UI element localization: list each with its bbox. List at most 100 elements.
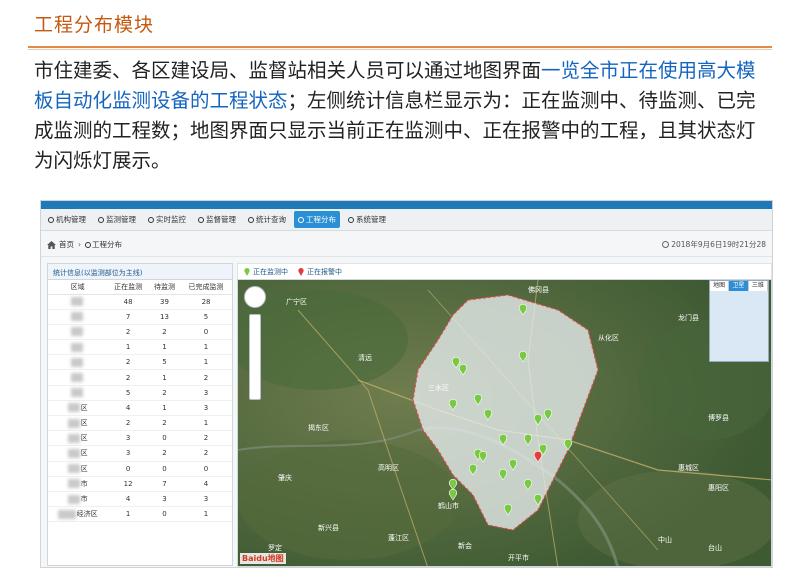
nav-item-label: 系统管理 <box>356 215 386 224</box>
table-row[interactable]: 251 <box>48 354 232 371</box>
legend-monitoring: 正在监测中 <box>244 267 288 277</box>
breadcrumb-home[interactable]: 首页 <box>59 239 74 250</box>
monitoring-count: 1 <box>107 339 149 356</box>
nav-item-6[interactable]: 系统管理 <box>344 211 390 228</box>
completed-count: 1 <box>180 506 232 523</box>
completed-count: 28 <box>180 294 232 310</box>
nav-item-2[interactable]: 实时监控 <box>144 211 190 228</box>
col-header-monitoring: 正在监测 <box>107 280 149 295</box>
map-type-tab[interactable]: 三维 <box>748 281 768 291</box>
completed-count: 1 <box>180 339 232 356</box>
home-icon[interactable] <box>47 240 56 249</box>
redacted-region <box>67 494 80 504</box>
map-place-label: 蓬江区 <box>388 533 409 542</box>
region-suffix: 区 <box>80 449 88 458</box>
nav-item-0[interactable]: 机构管理 <box>44 211 90 228</box>
breadcrumb-separator: › <box>78 240 81 249</box>
map-zoom-slider[interactable] <box>249 314 261 400</box>
completed-count: 0 <box>180 324 232 341</box>
table-row[interactable]: 48 39 28 <box>48 294 232 310</box>
nav-item-4[interactable]: 统计查询 <box>244 211 290 228</box>
redacted-region <box>57 509 76 519</box>
app-screenshot: 机构管理 监测管理 实时监控 监督管理 统计查询 工程分布 系统管理 首页 › 工程分布 2… <box>40 200 773 568</box>
breadcrumb-current: 工程分布 <box>92 240 122 249</box>
map-place-label: 惠城区 <box>678 463 699 472</box>
nav-item-3[interactable]: 监督管理 <box>194 211 240 228</box>
pending-count: 13 <box>148 309 181 325</box>
monitoring-count: 3 <box>107 445 149 462</box>
table-row[interactable]: 区 413 <box>48 400 232 417</box>
green-pin-icon <box>244 267 250 276</box>
pending-count: 2 <box>148 385 181 401</box>
region-cell <box>48 339 108 356</box>
pending-count: 1 <box>148 339 181 356</box>
completed-count: 0 <box>180 461 232 477</box>
monitoring-count: 4 <box>107 491 149 508</box>
map-pan-control[interactable] <box>244 286 266 308</box>
completed-count: 2 <box>180 430 232 447</box>
map-type-tab[interactable]: 卫星 <box>729 281 749 291</box>
region-suffix: 区 <box>80 434 88 443</box>
redacted-region <box>71 297 84 307</box>
map-place-label: 从化区 <box>598 333 619 342</box>
table-row[interactable]: 市433 <box>48 491 232 508</box>
table-row[interactable]: 区221 <box>48 415 232 432</box>
circle-icon <box>348 216 354 223</box>
table-row[interactable]: 220 <box>48 324 232 341</box>
map-place-label: 龙门县 <box>678 313 699 322</box>
map-place-label: 惠阳区 <box>708 483 729 492</box>
monitoring-count: 1 <box>107 506 149 523</box>
redacted-region <box>67 448 80 458</box>
table-row[interactable]: 区000 <box>48 461 232 477</box>
table-row[interactable]: 111 <box>48 339 232 356</box>
pending-count: 2 <box>148 415 181 432</box>
nav-item-label: 实时监控 <box>156 215 186 224</box>
stats-table: 区域 正在监测 待监测 已完成监测 48 39 28 7 13 5 2 2 0 1 1 1 2 5 1 2 1 2… <box>48 280 232 523</box>
redacted-region <box>71 357 84 367</box>
title-rule-accent <box>28 49 772 50</box>
main-nav: 机构管理 监测管理 实时监控 监督管理 统计查询 工程分布 系统管理 <box>41 209 772 231</box>
stats-header-row: 区域 正在监测 待监测 已完成监测 <box>48 280 232 295</box>
map-place-label: 罗定 <box>268 543 282 552</box>
redacted-region <box>67 433 80 443</box>
table-row[interactable]: 市 12 7 4 <box>48 476 232 492</box>
region-cell: 区 <box>48 445 108 462</box>
circle-icon <box>198 216 204 223</box>
satellite-map[interactable]: 广宁区揭东区鹤山市新会 三水区肇庆罗定 惠阳区 惠城区 龙门县 佛冈县博罗县 从化区清远高明… <box>238 280 772 567</box>
region-cell <box>48 354 108 371</box>
map-place-label: 台山 <box>708 543 722 552</box>
datetime-display: 2018年9月6日19时21分28 <box>662 239 766 250</box>
map-legend: 正在监测中 正在报警中 <box>237 263 772 279</box>
nav-item-1[interactable]: 监测管理 <box>94 211 140 228</box>
title-rule <box>28 46 772 48</box>
slide-description: 市住建委、各区建设局、监督站相关人员可以通过地图界面一览全市正在使用高大模板自动… <box>34 56 764 176</box>
nav-item-5[interactable]: 工程分布 <box>294 211 340 228</box>
pending-count: 0 <box>148 430 181 447</box>
table-row[interactable]: 区322 <box>48 445 232 462</box>
table-row[interactable]: 经济区 1 0 1 <box>48 506 232 523</box>
table-row[interactable]: 7 13 5 <box>48 309 232 325</box>
pending-count: 2 <box>148 445 181 462</box>
map-type-tab[interactable]: 地图 <box>710 281 730 291</box>
project-map[interactable]: 广宁区 揭东区 鹤山市 新会 三水区 肇庆 罗定 惠阳区 惠城区 龙门县 佛冈县 博罗县 从化区 清远 高明… <box>237 279 772 567</box>
completed-count: 4 <box>180 476 232 492</box>
pending-count: 0 <box>148 506 181 523</box>
table-row[interactable]: 212 <box>48 369 232 386</box>
monitoring-count: 2 <box>107 324 149 341</box>
overview-map[interactable]: 地图 卫星 三维 <box>709 280 769 362</box>
stats-panel: 统计信息(以监测部位为主线) 区域 正在监测 待监测 已完成监测 48 39 28 7… <box>47 263 233 566</box>
region-cell <box>48 294 108 310</box>
region-cell: 市 <box>48 476 108 492</box>
completed-count: 3 <box>180 491 232 508</box>
redacted-region <box>71 327 84 337</box>
monitoring-count: 2 <box>107 354 149 371</box>
map-place-label: 肇庆 <box>278 473 292 482</box>
table-row[interactable]: 523 <box>48 385 232 401</box>
table-row[interactable]: 区 302 <box>48 430 232 447</box>
map-place-label: 揭东区 <box>308 423 329 432</box>
red-pin-icon <box>298 267 304 276</box>
map-place-label: 开平市 <box>508 553 529 562</box>
region-cell: 区 <box>48 400 108 417</box>
col-header-region: 区域 <box>48 280 108 295</box>
monitoring-count: 5 <box>107 385 149 401</box>
